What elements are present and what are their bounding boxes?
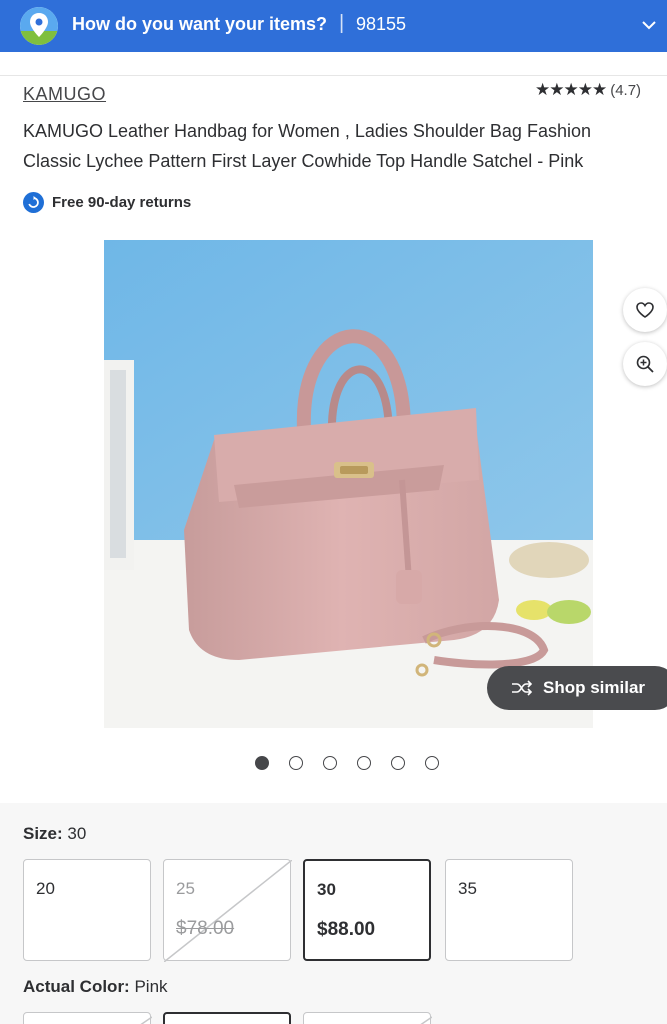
location-prompt: How do you want your items? [72, 14, 328, 34]
returns-label: Free 90-day returns [52, 194, 192, 211]
product-title: KAMUGO Leather Handbag for Women , Ladie… [23, 121, 591, 171]
carousel-dot[interactable] [425, 756, 439, 770]
size-option-20[interactable]: 20 [23, 859, 151, 961]
rating-value: (4.7) [610, 81, 642, 99]
shop-similar-button[interactable]: Shop similar [487, 666, 667, 710]
size-option-price: $78.00 [176, 918, 235, 939]
location-pin-icon [20, 7, 58, 45]
favorite-button[interactable] [623, 288, 667, 332]
shop-similar-label: Shop similar [543, 678, 646, 697]
location-header[interactable]: How do you want your items? | 98155 [0, 0, 667, 52]
brand-link[interactable]: KAMUGO [23, 84, 106, 105]
zoom-button[interactable] [623, 342, 667, 386]
color-option[interactable] [303, 1012, 432, 1024]
size-option-label: 30 [317, 880, 336, 899]
shuffle-icon [512, 680, 533, 696]
size-selected-value: 30 [67, 824, 87, 843]
unavailable-slash [140, 1016, 152, 1024]
nav-strip [0, 52, 667, 76]
color-option[interactable] [23, 1012, 152, 1024]
returns-badge: Free 90-day returns [23, 192, 191, 213]
size-option-price: $88.00 [317, 919, 376, 940]
size-heading: Size: 30 [23, 824, 86, 844]
returns-icon [23, 192, 44, 213]
carousel-dot[interactable] [289, 756, 303, 770]
carousel-dot[interactable] [391, 756, 405, 770]
zip-code: 98155 [356, 14, 407, 34]
star-rating-icon: ★★★★★ [535, 80, 607, 99]
zoom-in-icon [636, 355, 654, 373]
rating[interactable]: ★★★★★ (4.7) [535, 80, 641, 100]
carousel-dot[interactable] [323, 756, 337, 770]
header-separator: | [339, 12, 345, 34]
size-option-label: 25 [176, 879, 195, 898]
product-image[interactable] [104, 240, 593, 728]
size-option-label: 20 [36, 879, 55, 898]
color-heading: Actual Color: Pink [23, 977, 168, 997]
size-option-35[interactable]: 35 [445, 859, 573, 961]
unavailable-slash [420, 1016, 432, 1024]
carousel-dot[interactable] [255, 756, 269, 770]
unavailable-slash [164, 860, 292, 962]
heart-icon [636, 302, 654, 318]
size-option-30[interactable]: 30 $88.00 [303, 859, 431, 961]
carousel-dot[interactable] [357, 756, 371, 770]
size-option-label: 35 [458, 879, 477, 898]
chevron-down-icon[interactable] [640, 16, 658, 34]
color-selected-value: Pink [134, 977, 168, 996]
size-label: Size: [23, 824, 63, 843]
color-label: Actual Color: [23, 977, 130, 996]
carousel-dots[interactable] [255, 756, 439, 770]
color-option[interactable] [163, 1012, 291, 1024]
size-option-25[interactable]: 25 $78.00 [163, 859, 292, 962]
